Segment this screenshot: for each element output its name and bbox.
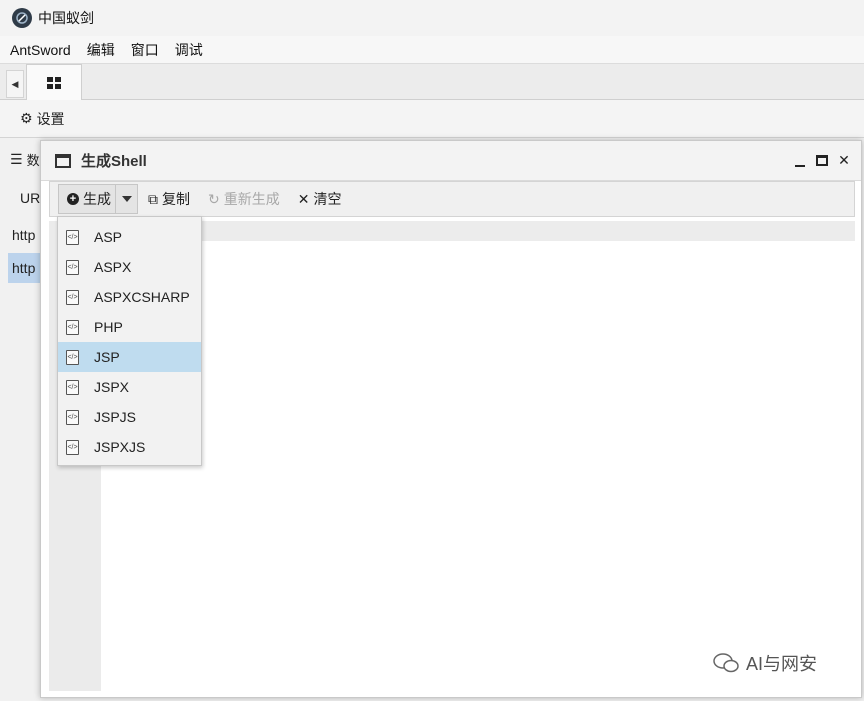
caret-down-icon bbox=[121, 196, 132, 202]
menu-edit[interactable]: 编辑 bbox=[87, 40, 115, 60]
generate-button[interactable]: + 生成 bbox=[59, 185, 115, 213]
dialog-title: 生成Shell bbox=[81, 153, 147, 170]
dropdown-item-asp[interactable]: </> ASP bbox=[58, 222, 201, 252]
file-code-icon: </> bbox=[66, 259, 79, 275]
dropdown-item-label: ASP bbox=[94, 229, 123, 245]
dropdown-item-label: PHP bbox=[94, 319, 123, 335]
clear-label: 清空 bbox=[313, 191, 342, 207]
dropdown-item-label: JSPXJS bbox=[94, 439, 146, 455]
clear-button[interactable]: ✕ 清空 bbox=[298, 189, 342, 209]
dropdown-item-label: JSPJS bbox=[94, 409, 137, 425]
window-title: 中国蚁剑 bbox=[38, 10, 94, 26]
minimize-icon[interactable] bbox=[793, 153, 807, 167]
dropdown-item-php[interactable]: </> PHP bbox=[58, 312, 201, 342]
url-column-header[interactable]: UR bbox=[20, 190, 40, 206]
dropdown-item-aspxcsharp[interactable]: </> ASPXCSHARP bbox=[58, 282, 201, 312]
tab-home[interactable] bbox=[26, 64, 82, 100]
dropdown-item-label: JSPX bbox=[94, 379, 130, 395]
file-code-icon: </> bbox=[66, 379, 79, 395]
dropdown-item-label: ASPXCSHARP bbox=[94, 289, 190, 305]
dialog-header: 生成Shell ✕ bbox=[41, 141, 861, 181]
window-icon bbox=[55, 153, 71, 168]
dropdown-item-jsp[interactable]: </> JSP bbox=[58, 342, 201, 372]
editor-active-line bbox=[101, 221, 855, 241]
list-icon: ☰ bbox=[10, 151, 23, 167]
wechat-icon bbox=[713, 653, 739, 673]
file-code-icon: </> bbox=[66, 439, 79, 455]
refresh-icon: ↻ bbox=[208, 190, 220, 207]
maximize-icon[interactable] bbox=[815, 153, 829, 167]
tab-scroll-left-icon[interactable]: ◀ bbox=[6, 70, 24, 98]
file-code-icon: </> bbox=[66, 319, 79, 335]
plus-circle-icon: + bbox=[67, 193, 79, 205]
data-list-header: ☰ 数 bbox=[10, 150, 40, 169]
regenerate-label: 重新生成 bbox=[223, 191, 280, 207]
dropdown-item-jspjs[interactable]: </> JSPJS bbox=[58, 402, 201, 432]
data-list-title: 数 bbox=[26, 153, 40, 168]
file-code-icon: </> bbox=[66, 349, 79, 365]
main-toolbar: ⚙ 设置 bbox=[0, 100, 864, 138]
window-titlebar: 中国蚁剑 bbox=[0, 0, 864, 36]
dropdown-item-jspxjs[interactable]: </> JSPXJS bbox=[58, 432, 201, 462]
dialog-toolbar: + 生成 ⧉ 复制 ↻ 重新生成 ✕ 清空 bbox=[49, 181, 855, 217]
dropdown-item-jspx[interactable]: </> JSPX bbox=[58, 372, 201, 402]
close-icon[interactable]: ✕ bbox=[837, 152, 851, 168]
copy-button[interactable]: ⧉ 复制 bbox=[148, 189, 190, 209]
grid-icon bbox=[47, 76, 61, 89]
watermark-text: AI与网安 bbox=[746, 654, 818, 674]
dropdown-item-aspx[interactable]: </> ASPX bbox=[58, 252, 201, 282]
settings-label: 设置 bbox=[36, 110, 65, 127]
menu-antsword[interactable]: AntSword bbox=[10, 42, 71, 58]
tab-strip: ◀ bbox=[0, 64, 864, 100]
copy-icon: ⧉ bbox=[148, 190, 158, 207]
file-code-icon: </> bbox=[66, 409, 79, 425]
x-icon: ✕ bbox=[297, 190, 310, 207]
generate-label: 生成 bbox=[83, 191, 111, 207]
dropdown-item-label: JSP bbox=[94, 349, 120, 365]
file-code-icon: </> bbox=[66, 229, 79, 245]
watermark: AI与网安 bbox=[712, 650, 817, 676]
gear-icon: ⚙ bbox=[20, 110, 33, 126]
regenerate-button[interactable]: ↻ 重新生成 bbox=[208, 189, 280, 209]
generate-dropdown-toggle[interactable] bbox=[115, 185, 137, 213]
file-code-icon: </> bbox=[66, 289, 79, 305]
copy-label: 复制 bbox=[162, 191, 190, 207]
menu-window[interactable]: 窗口 bbox=[131, 40, 159, 60]
menu-debug[interactable]: 调试 bbox=[175, 40, 203, 60]
shell-type-dropdown: </> ASP </> ASPX </> ASPXCSHARP </> PHP … bbox=[57, 216, 202, 466]
window-controls: ✕ bbox=[793, 152, 851, 168]
dropdown-item-label: ASPX bbox=[94, 259, 132, 275]
settings-button[interactable]: ⚙ 设置 bbox=[20, 109, 65, 129]
antsword-logo-icon bbox=[12, 8, 32, 28]
generate-split-button: + 生成 bbox=[58, 184, 138, 214]
menubar: AntSword 编辑 窗口 调试 bbox=[0, 36, 864, 64]
